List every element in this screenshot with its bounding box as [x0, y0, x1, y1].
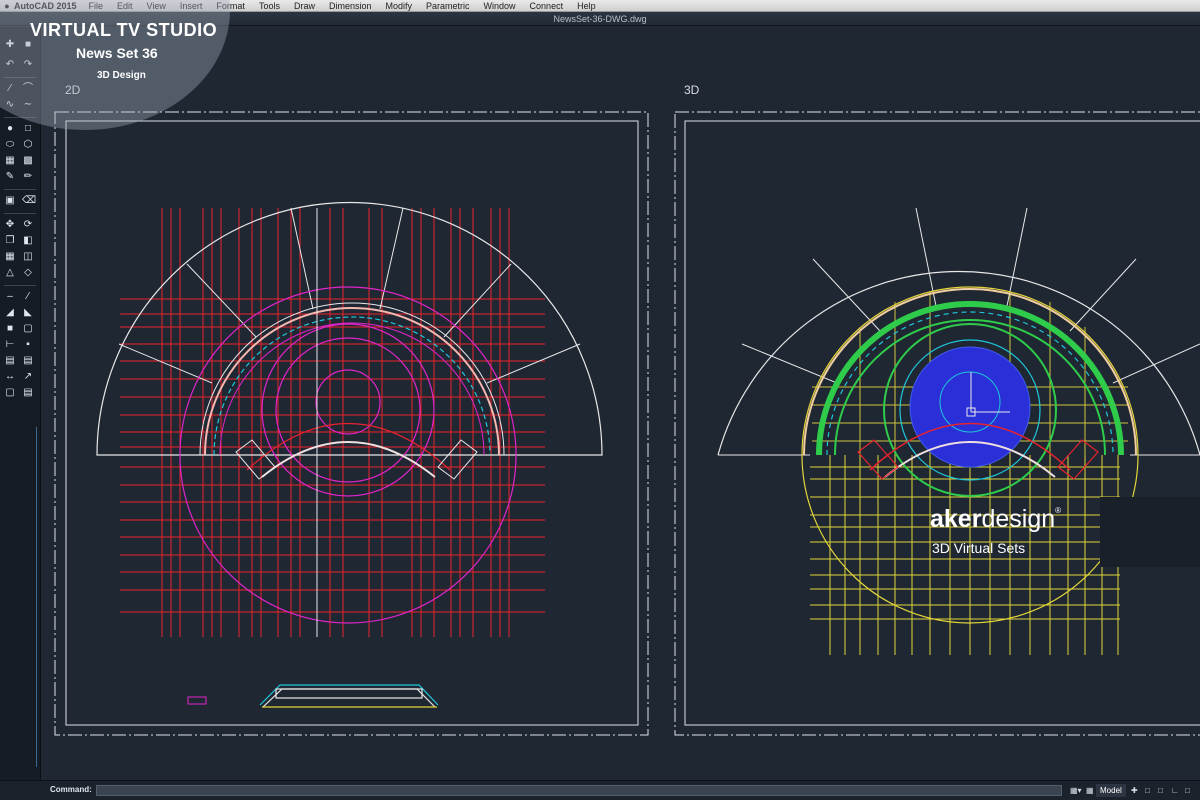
plan-2d	[96, 201, 603, 708]
menu-tools[interactable]: Tools	[259, 1, 280, 11]
leader-icon[interactable]: ↗	[22, 371, 34, 383]
properties-icon[interactable]: ▤	[22, 387, 34, 399]
brand-part1: aker	[930, 505, 982, 533]
menu-connect[interactable]: Connect	[530, 1, 564, 11]
drawing-canvas[interactable]: 2D 3D	[40, 27, 1200, 780]
osnap-icon[interactable]: □	[1185, 784, 1190, 797]
snap-icon[interactable]: ✚	[1131, 784, 1138, 797]
rectangle-icon[interactable]: □	[22, 123, 34, 135]
join-icon[interactable]: ▢	[22, 323, 34, 335]
copy-icon[interactable]: ❐	[4, 235, 16, 247]
gradient-icon[interactable]: ▩	[22, 155, 34, 167]
extend-icon[interactable]: ∕	[22, 291, 34, 303]
ellipse-icon[interactable]: ⬭	[4, 139, 16, 151]
brand-logo: akerdesign®	[930, 505, 1061, 534]
grid-vertical-red	[161, 208, 510, 637]
erase-icon[interactable]: ⌫	[22, 195, 36, 207]
tool-palette: ✚ ■ ↶ ↷ ∕ ⌒ ∿ ∼ ● □ ⬭ ⬡ ▦ ▩ ✎ ✏ ▣ ⌫ ✥ ⟳ ❐ ◧ ▦ ◫ △ ◇ –…	[0, 27, 41, 780]
brand-mark: ®	[1055, 506, 1062, 515]
menu-modify[interactable]: Modify	[386, 1, 413, 11]
polygon-icon[interactable]: ⬡	[22, 139, 34, 151]
window-title: NewsSet-36-DWG.dwg	[553, 14, 647, 24]
hatch-icon[interactable]: ▦	[4, 155, 16, 167]
mirror-icon[interactable]: △	[4, 267, 16, 279]
plan-3d	[717, 207, 1200, 655]
offset-icon[interactable]: ◇	[22, 267, 34, 279]
command-bar: Command: ▦▾ ▦ Model ✚ □ □ ∟ □	[0, 780, 1200, 800]
break-icon[interactable]: ▪	[22, 339, 34, 351]
model-tab[interactable]: Model	[1096, 784, 1126, 797]
menu-parametric[interactable]: Parametric	[426, 1, 470, 11]
align-icon[interactable]: ⊢	[4, 339, 16, 351]
command-input[interactable]	[96, 785, 1062, 796]
layer-icon[interactable]: ▢	[4, 387, 16, 399]
polar-icon[interactable]: ∟	[1171, 784, 1179, 797]
command-label: Command:	[50, 785, 92, 794]
chamfer-icon[interactable]: ◣	[22, 307, 34, 319]
fillet-icon[interactable]: ◢	[4, 307, 16, 319]
array-icon[interactable]: ▦	[4, 251, 16, 263]
pencil-icon[interactable]: ✎	[4, 171, 16, 183]
menu-draw[interactable]: Draw	[294, 1, 315, 11]
brush-icon[interactable]: ✏	[22, 171, 34, 183]
ortho-icon[interactable]: □	[1158, 784, 1163, 797]
block-icon[interactable]: ▣	[4, 195, 16, 207]
dimension-icon[interactable]: ↔	[4, 371, 16, 383]
scale-icon[interactable]: ◧	[22, 235, 34, 247]
grid-icon[interactable]: □	[1145, 784, 1150, 797]
overlay-title: VIRTUAL TV STUDIO	[30, 20, 218, 40]
stretch-icon[interactable]: ◫	[22, 251, 34, 263]
overlay-subtitle-2: 3D Design	[97, 70, 146, 81]
viewport-label-3d[interactable]: 3D	[684, 83, 699, 97]
explode-icon[interactable]: ■	[4, 323, 16, 335]
move-arrows-icon[interactable]: ✥	[4, 219, 16, 231]
grid-toggle-icon[interactable]: ▦▾	[1070, 784, 1082, 797]
cad-drawing	[54, 111, 1200, 736]
brand-tagline: 3D Virtual Sets	[932, 540, 1026, 556]
brand-part2: design	[981, 505, 1056, 533]
menu-help[interactable]: Help	[577, 1, 596, 11]
layout-icon[interactable]: ▦	[1086, 784, 1094, 797]
rotate-icon[interactable]: ⟳	[22, 219, 34, 231]
circle-icon[interactable]: ●	[4, 123, 16, 135]
text-icon[interactable]: ▤	[4, 355, 16, 367]
menu-window[interactable]: Window	[484, 1, 516, 11]
trim-icon[interactable]: –	[4, 291, 16, 303]
mtext-icon[interactable]: ▤	[22, 355, 34, 367]
menu-dimension[interactable]: Dimension	[329, 1, 372, 11]
overlay-subtitle: News Set 36	[76, 45, 158, 61]
